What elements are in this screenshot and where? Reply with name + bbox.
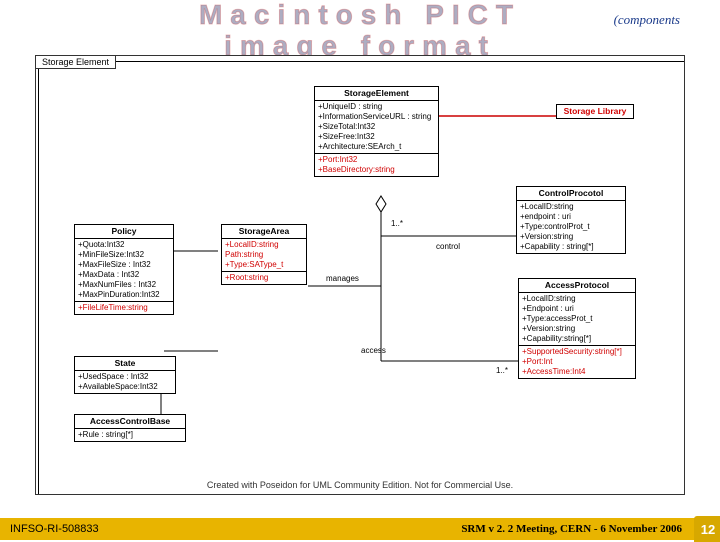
class-title: StorageElement (315, 87, 438, 101)
label-mult2: 1..* (496, 366, 508, 375)
footer-right: SRM v 2. 2 Meeting, CERN - 6 November 20… (461, 523, 682, 535)
class-storage-library: Storage Library (556, 104, 634, 119)
class-state: State +UsedSpace : Int32 +AvailableSpace… (74, 356, 176, 394)
label-control: control (436, 242, 460, 251)
class-access-protocol: AccessProtocol +LocalID:string +Endpoint… (518, 278, 636, 379)
class-policy: Policy +Quota:Int32 +MinFileSize:Int32 +… (74, 224, 174, 315)
diagram-note: Created with Poseidon for UML Community … (36, 480, 684, 490)
footer-page: 12 (694, 516, 720, 542)
class-storage-element: StorageElement +UniqueID : string +Infor… (314, 86, 439, 177)
label-mult1: 1..* (391, 219, 403, 228)
label-access: access (361, 346, 386, 355)
class-acb: AccessControlBase +Rule : string[*] (74, 414, 186, 442)
class-storage-area: StorageArea +LocalID:string Path:string … (221, 224, 307, 285)
diagram-title: Storage Element (35, 55, 116, 69)
label-manages: manages (326, 274, 359, 283)
watermark-l1: Macintosh PICT (0, 0, 720, 31)
uml-diagram-frame: Storage Element StorageElement +UniqueID… (35, 55, 685, 495)
slide-footer: INFSO-RI-508833 SRM v 2. 2 Meeting, CERN… (0, 518, 720, 540)
slide-banner: (components (614, 12, 680, 28)
class-control-protocol: ControlProcotol +LocalID:string +endpoin… (516, 186, 626, 254)
footer-left: INFSO-RI-508833 (10, 523, 99, 535)
